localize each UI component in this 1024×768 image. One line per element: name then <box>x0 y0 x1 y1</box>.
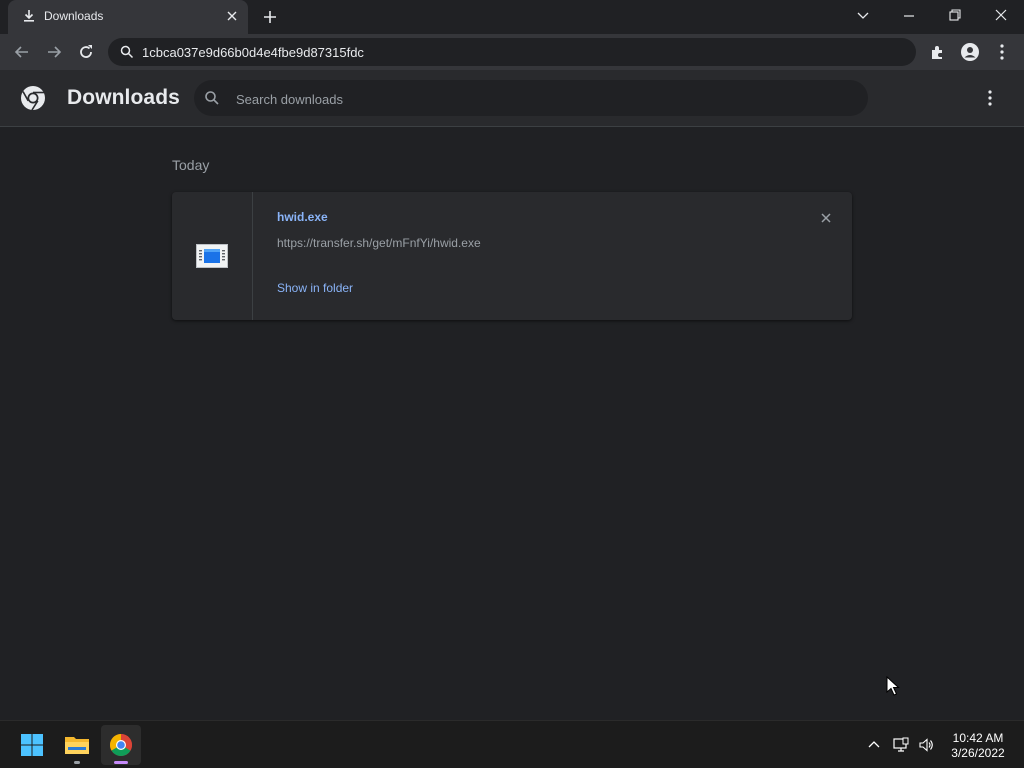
volume-icon[interactable] <box>918 737 934 753</box>
taskbar-chrome[interactable] <box>101 725 141 765</box>
date-section-label: Today <box>172 157 210 173</box>
close-tab-icon[interactable] <box>224 8 240 24</box>
browser-toolbar: 1cbca037e9d66b0d4e4fbe9d87315fdc <box>0 34 1024 70</box>
taskbar-file-explorer[interactable] <box>57 725 97 765</box>
tab-downloads[interactable]: Downloads <box>8 0 248 34</box>
back-icon[interactable] <box>12 42 32 62</box>
extensions-icon[interactable] <box>928 42 948 62</box>
mouse-cursor-icon <box>886 676 900 696</box>
file-icon-column <box>172 192 253 320</box>
show-hidden-icons-icon[interactable] <box>866 737 882 753</box>
more-options-icon[interactable] <box>980 88 1000 108</box>
file-name-link[interactable]: hwid.exe <box>277 210 328 224</box>
search-box[interactable] <box>194 80 868 116</box>
active-indicator <box>114 761 128 764</box>
tab-title: Downloads <box>44 9 104 23</box>
search-icon <box>120 45 134 59</box>
profile-icon[interactable] <box>960 42 980 62</box>
windows-logo-icon <box>21 734 43 756</box>
running-indicator <box>74 761 80 764</box>
folder-icon <box>65 737 89 754</box>
search-input[interactable] <box>234 87 838 111</box>
close-window-icon[interactable] <box>990 6 1012 26</box>
tab-strip: Downloads <box>0 0 1024 34</box>
new-tab-icon[interactable] <box>260 7 280 27</box>
clock-time: 10:42 AM <box>952 731 1004 745</box>
forward-icon[interactable] <box>44 42 64 62</box>
download-item: hwid.exe https://transfer.sh/get/mFnfYi/… <box>172 192 852 320</box>
system-clock[interactable]: 10:42 AM 3/26/2022 <box>940 731 1016 761</box>
start-button[interactable] <box>12 725 52 765</box>
address-text: 1cbca037e9d66b0d4e4fbe9d87315fdc <box>142 45 364 60</box>
browser-menu-icon[interactable] <box>992 42 1012 62</box>
download-icon <box>24 10 34 22</box>
remove-download-icon[interactable] <box>818 210 834 226</box>
executable-file-icon <box>196 244 228 268</box>
downloads-header: Downloads <box>0 70 1024 127</box>
chrome-logo-icon <box>21 86 45 111</box>
tab-search-chevron-icon[interactable] <box>852 6 874 26</box>
search-icon <box>205 91 219 105</box>
clock-date: 3/26/2022 <box>951 746 1005 760</box>
chrome-icon <box>110 734 132 756</box>
page-title: Downloads <box>67 86 180 109</box>
file-source-url: https://transfer.sh/get/mFnfYi/hwid.exe <box>277 236 481 250</box>
taskbar: 10:42 AM 3/26/2022 <box>0 720 1024 768</box>
restore-icon[interactable] <box>944 6 966 26</box>
network-icon[interactable] <box>893 737 909 753</box>
address-bar[interactable]: 1cbca037e9d66b0d4e4fbe9d87315fdc <box>108 38 916 66</box>
minimize-icon[interactable] <box>898 6 920 26</box>
reload-icon[interactable] <box>76 42 96 62</box>
show-in-folder-link[interactable]: Show in folder <box>277 281 353 295</box>
